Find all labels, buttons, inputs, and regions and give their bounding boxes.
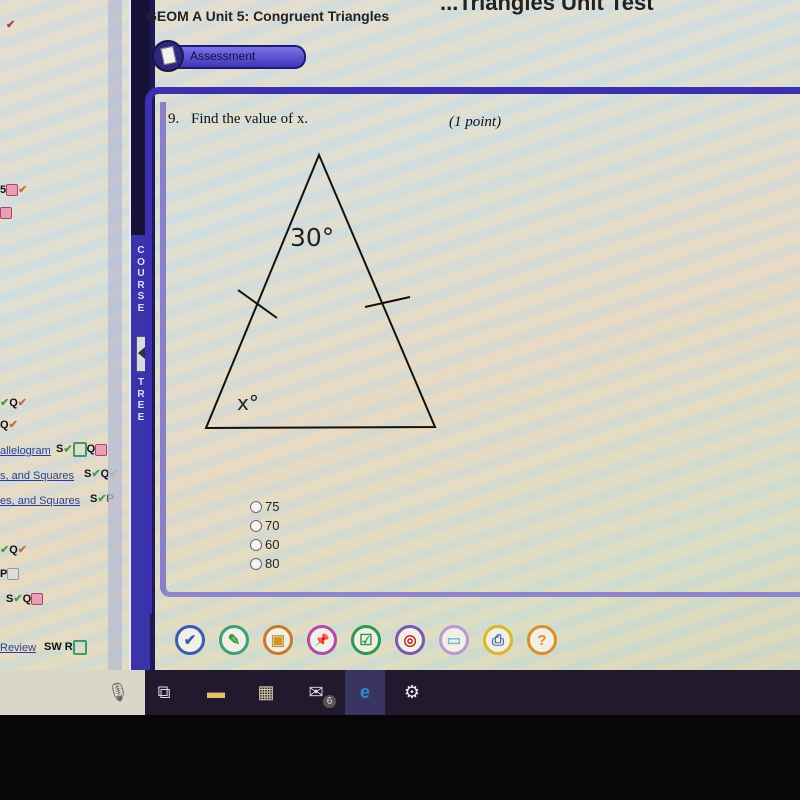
question-number: 9. <box>168 111 180 127</box>
file-explorer-icon[interactable]: ▬ <box>202 678 230 706</box>
radio-button[interactable] <box>250 500 262 513</box>
option-label: 80 <box>265 556 280 571</box>
badge-row: S✔Q <box>6 592 44 606</box>
left-tick-mark <box>237 289 278 319</box>
target-icon: ◎ <box>403 632 417 649</box>
assessment-button[interactable]: Assessment <box>152 40 306 72</box>
radio-button[interactable] <box>250 519 262 532</box>
scrollbar[interactable] <box>108 0 122 680</box>
option-label: 60 <box>265 537 280 552</box>
resource-icon <box>72 442 87 457</box>
option-75[interactable]: 75 <box>250 497 279 516</box>
sidebar-link-rectangles-squares[interactable]: es, and Squares <box>0 495 80 507</box>
checkmark-icon: ✔ <box>6 19 16 31</box>
backpack-button[interactable]: ▣ <box>263 625 293 655</box>
sidebar-link-review[interactable]: Review <box>0 642 36 654</box>
badge-row: ✔Q✔ <box>0 544 27 556</box>
badge-row: SW R <box>44 640 87 655</box>
backpack-icon: ▣ <box>270 632 286 649</box>
mail-badge: 6 <box>323 695 336 708</box>
checklist-icon: ☑ <box>359 632 373 649</box>
edge-icon[interactable]: e <box>345 670 385 715</box>
badge-row: Q✔ <box>0 419 18 431</box>
pin-button[interactable]: 📌 <box>307 625 337 655</box>
option-70[interactable]: 70 <box>250 516 279 535</box>
sidebar-link-parallelogram[interactable]: allelogram <box>0 445 51 457</box>
tool-toolbar: ✔ ✎ ▣ 📌 ☑ ◎ ▭ ⎙ ? <box>175 625 557 655</box>
pink-doc-icon <box>0 207 12 220</box>
radio-button[interactable] <box>250 538 262 551</box>
question-points: (1 point) <box>449 114 502 130</box>
mail-icon[interactable]: ✉ 6 <box>302 678 336 708</box>
status-icons: 5 ✔ <box>0 184 28 197</box>
notebook-icon: ✎ <box>227 632 241 649</box>
checkmark-icon: ✔ <box>183 632 197 649</box>
help-icon: ? <box>537 631 547 649</box>
badge-row: ✔Q✔ <box>0 397 27 409</box>
message-icon: ▭ <box>446 632 462 649</box>
answer-options: 75 70 60 80 <box>250 497 279 573</box>
message-button[interactable]: ▭ <box>439 625 469 655</box>
notebook-button[interactable]: ✎ <box>219 625 249 655</box>
badge-row: S✔Q <box>56 442 108 457</box>
check-answer-button[interactable]: ✔ <box>175 625 205 655</box>
base-angle-label: x° <box>237 391 259 415</box>
document-icon <box>152 40 184 72</box>
option-80[interactable]: 80 <box>250 554 279 573</box>
monitor-bezel <box>0 715 800 800</box>
course-title: GEOM A Unit 5: Congruent Triangles <box>146 8 390 24</box>
option-60[interactable]: 60 <box>250 535 279 554</box>
question-text: Find the value of x. <box>191 111 309 127</box>
target-button[interactable]: ◎ <box>395 625 425 655</box>
screen: ✔ 5 ✔ ✔Q✔ Q✔ allelogram S✔ Q s, and Square… <box>0 0 800 715</box>
right-tick-mark <box>364 296 411 308</box>
apex-angle-label: 30° <box>290 223 334 252</box>
resource-icon <box>72 640 87 655</box>
radio-button[interactable] <box>250 557 262 570</box>
sidebar-link-rhombi-squares[interactable]: s, and Squares <box>0 470 74 482</box>
option-label: 75 <box>265 499 280 514</box>
option-label: 70 <box>265 518 280 533</box>
checklist-button[interactable]: ☑ <box>351 625 381 655</box>
print-button[interactable]: ⎙ <box>483 625 513 655</box>
windows-taskbar: 🎙 ⧉ ▬ ▦ ✉ 6 e ⚙ <box>0 670 800 715</box>
badge-row: P <box>0 568 20 581</box>
pushpin-icon: 📌 <box>314 633 330 647</box>
window-title: ...Triangles Unit Test <box>440 0 654 15</box>
isosceles-triangle-figure: 30° x° <box>204 152 437 430</box>
course-sidebar: ✔ 5 ✔ ✔Q✔ Q✔ allelogram S✔ Q s, and Square… <box>0 0 122 680</box>
printer-icon: ⎙ <box>491 631 504 649</box>
microphone-icon[interactable]: 🎙 <box>104 678 132 706</box>
help-button[interactable]: ? <box>527 625 557 655</box>
store-icon[interactable]: ▦ <box>252 678 280 706</box>
assessment-label: Assessment <box>190 49 256 63</box>
settings-gear-icon[interactable]: ⚙ <box>398 678 426 706</box>
task-view-icon[interactable]: ⧉ <box>150 678 178 706</box>
